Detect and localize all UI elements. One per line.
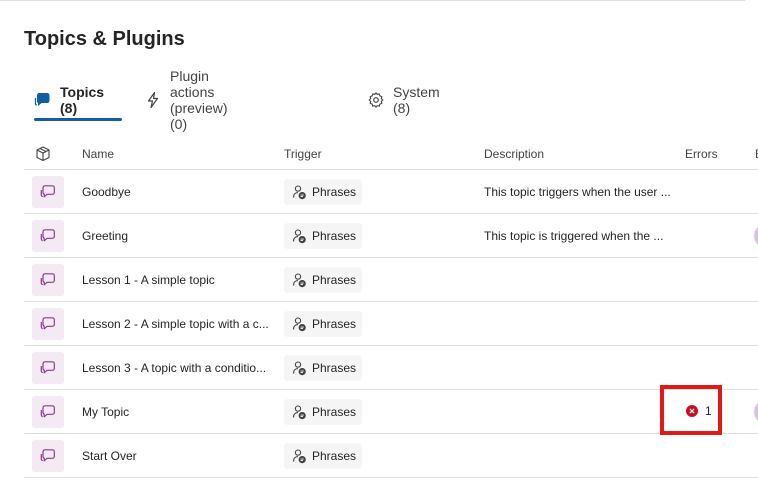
lightning-icon	[144, 90, 162, 110]
topic-icon	[32, 264, 64, 296]
column-header-name[interactable]: Name	[82, 147, 114, 161]
trigger-label: Phrases	[312, 229, 357, 243]
tab-system[interactable]: System (8)	[367, 84, 442, 116]
trigger-label: Phrases	[312, 449, 357, 463]
gear-icon	[367, 90, 385, 110]
tab-topics-label: Topics (8)	[60, 84, 105, 116]
topic-icon	[32, 308, 64, 340]
phrases-icon	[290, 359, 308, 377]
topic-icon	[32, 440, 64, 472]
topic-name[interactable]: My Topic	[82, 405, 129, 419]
trigger-label: Phrases	[312, 273, 357, 287]
column-header-trigger[interactable]: Trigger	[284, 147, 322, 161]
phrases-icon	[290, 227, 308, 245]
phrases-icon	[290, 447, 308, 465]
topic-description: This topic triggers when the user ...	[484, 185, 671, 199]
topic-name[interactable]: Lesson 1 - A simple topic	[82, 273, 215, 287]
topic-icon	[32, 352, 64, 384]
table-row[interactable]: My Topic Phrases 1	[24, 390, 758, 434]
tab-plugin-actions-label: Plugin actions (preview) (0)	[170, 68, 228, 132]
avatar	[754, 224, 758, 248]
trigger-chip: Phrases	[284, 267, 363, 293]
active-tab-indicator	[34, 118, 122, 121]
trigger-chip: Phrases	[284, 355, 363, 381]
phrases-icon	[290, 403, 308, 421]
trigger-label: Phrases	[312, 405, 357, 419]
trigger-chip: Phrases	[284, 223, 363, 249]
table-row[interactable]: Greeting Phrases This topic is triggered w…	[24, 214, 758, 258]
table-row[interactable]: Lesson 2 - A simple topic with a c... Phr…	[24, 302, 758, 346]
errors-highlight-box	[660, 385, 722, 435]
chat-bubble-icon	[34, 90, 52, 110]
topic-icon	[32, 220, 64, 252]
column-header-errors[interactable]: Errors	[685, 147, 718, 161]
top-divider	[0, 0, 745, 1]
phrases-icon	[290, 315, 308, 333]
trigger-chip: Phrases	[284, 311, 363, 337]
trigger-label: Phrases	[312, 361, 357, 375]
topic-description: This topic is triggered when the ...	[484, 229, 664, 243]
trigger-chip: Phrases	[284, 179, 363, 205]
phrases-icon	[290, 271, 308, 289]
cube-icon	[34, 145, 52, 166]
table-header: Name Trigger Description Errors E	[24, 140, 758, 170]
table-row[interactable]: Lesson 3 - A topic with a conditio... Phr…	[24, 346, 758, 390]
topic-name[interactable]: Start Over	[82, 449, 137, 463]
tab-system-label: System (8)	[393, 84, 440, 116]
topic-icon	[32, 176, 64, 208]
column-header-description[interactable]: Description	[484, 147, 544, 161]
topic-name[interactable]: Lesson 2 - A simple topic with a c...	[82, 317, 269, 331]
trigger-chip: Phrases	[284, 399, 363, 425]
trigger-chip: Phrases	[284, 443, 363, 469]
topic-name[interactable]: Greeting	[82, 229, 128, 243]
page-title: Topics & Plugins	[24, 28, 185, 50]
topic-name[interactable]: Goodbye	[82, 185, 131, 199]
phrases-icon	[290, 183, 308, 201]
topic-name[interactable]: Lesson 3 - A topic with a conditio...	[82, 361, 266, 375]
table-row[interactable]: Lesson 1 - A simple topic Phrases	[24, 258, 758, 302]
tab-topics[interactable]: Topics (8)	[34, 84, 106, 116]
topic-icon	[32, 396, 64, 428]
table-row[interactable]: Goodbye Phrases This topic triggers when t…	[24, 170, 758, 214]
table-row[interactable]: Start Over Phrases	[24, 434, 758, 478]
tab-plugin-actions[interactable]: Plugin actions (preview) (0)	[144, 68, 230, 132]
trigger-label: Phrases	[312, 185, 357, 199]
avatar	[754, 400, 758, 424]
trigger-label: Phrases	[312, 317, 357, 331]
